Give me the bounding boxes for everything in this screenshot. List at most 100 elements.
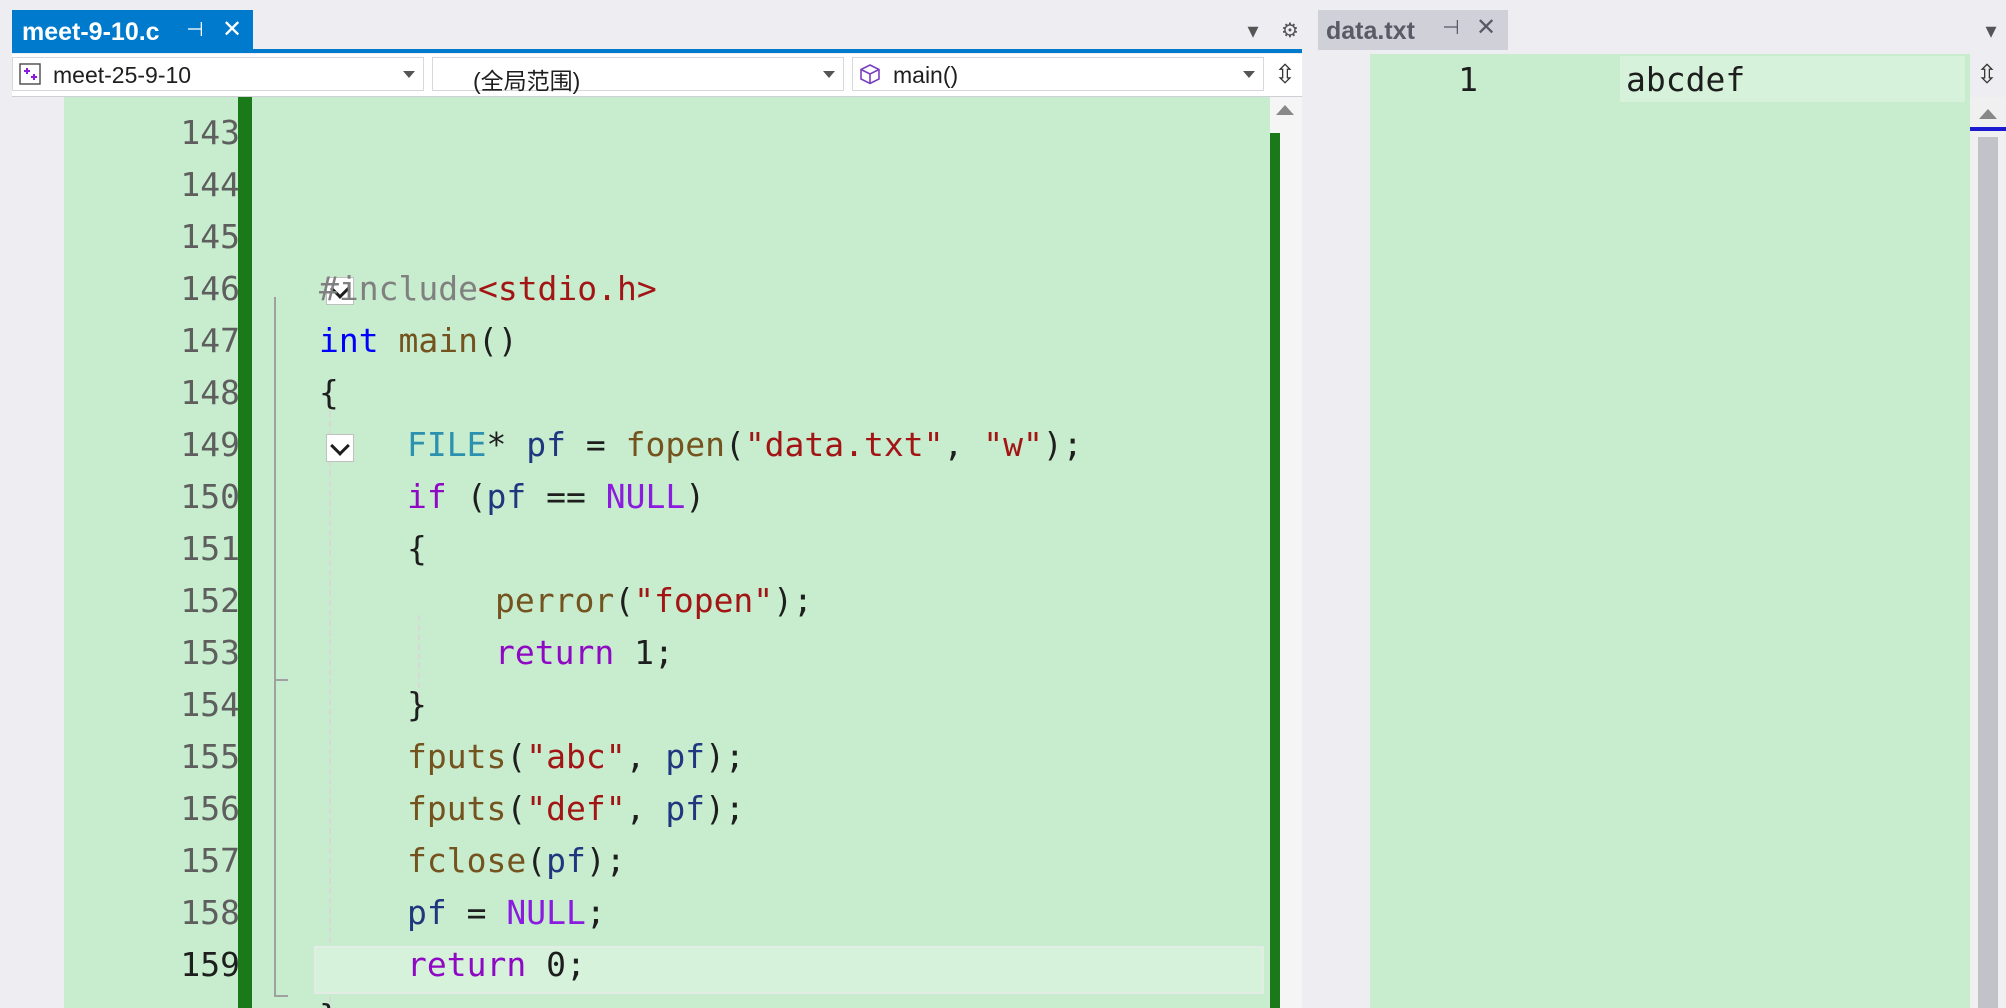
pin-icon[interactable]: ⊣ [182, 17, 208, 43]
line-number: 146 [180, 269, 240, 308]
punctuation: () [477, 321, 518, 360]
editor-line: 147 [64, 315, 1270, 367]
keyword: return [495, 633, 615, 672]
editor-line: 158 [64, 887, 1270, 939]
punctuation: ( [724, 425, 745, 464]
code-line-145: #include<stdio.h> [319, 263, 657, 315]
vertical-scrollbar[interactable] [1270, 97, 1302, 1008]
code-line-152: return 1; [495, 627, 674, 679]
brace: } [407, 685, 427, 724]
code-line-155: fputs("def", pf); [407, 783, 745, 835]
code-line-159: } [319, 991, 339, 1008]
function-name: main [398, 321, 478, 360]
function-name: fclose [407, 841, 527, 880]
number-literal: 1; [614, 633, 674, 672]
gear-icon[interactable]: ⚙ [1277, 18, 1302, 44]
punctuation: ); [1042, 425, 1083, 464]
brace: { [407, 529, 427, 568]
tab-data-txt[interactable]: data.txt ⊣ ✕ [1318, 10, 1508, 50]
line-number: 148 [180, 373, 240, 412]
split-window-icon[interactable]: ⇳ [1970, 57, 2004, 91]
punctuation: ( [526, 841, 547, 880]
punctuation: ); [773, 581, 813, 620]
text-editor[interactable]: 1 abcdef [1370, 54, 1970, 1008]
editor-line: 146 [64, 263, 1270, 315]
punctuation: ); [585, 841, 626, 880]
code-editor[interactable]: 143 144 145 146 147 148 149 150 151 152 153 154 155 1… [64, 97, 1270, 1008]
split-window-icon[interactable]: ⇳ [1268, 57, 1302, 91]
punctuation: , [943, 425, 984, 464]
punctuation: ( [506, 789, 527, 828]
string-literal: "abc" [526, 737, 626, 776]
editor-line: 154 [64, 679, 1270, 731]
tab-title: meet-9-10.c [22, 18, 160, 46]
brace: } [319, 997, 339, 1008]
brace: { [319, 373, 339, 412]
close-icon[interactable]: ✕ [1473, 15, 1499, 41]
tab-list-dropdown-icon[interactable]: ▾ [1240, 18, 1266, 44]
function-name: fopen [625, 425, 725, 464]
line-number: 149 [180, 425, 240, 464]
line-number: 151 [180, 529, 240, 568]
number-literal: 0; [526, 945, 586, 984]
punctuation: ( [446, 477, 487, 516]
code-line-157: pf = NULL; [407, 887, 606, 939]
variable: pf [486, 477, 527, 516]
variable: pf [665, 789, 706, 828]
text-line: 1 abcdef [1370, 54, 1970, 106]
macro: NULL [506, 893, 586, 932]
code-line-158: return 0; [407, 939, 586, 991]
keyword: if [407, 477, 447, 516]
line-number: 150 [180, 477, 240, 516]
code-line-147: { [319, 367, 339, 419]
macro: NULL [605, 477, 686, 516]
scroll-up-icon[interactable] [1979, 109, 1997, 119]
editor-line: 157 [64, 835, 1270, 887]
punctuation: , [625, 737, 666, 776]
line-number: 153 [180, 633, 240, 672]
line-number: 145 [180, 217, 240, 256]
member-dropdown[interactable]: main() [852, 57, 1264, 91]
code-line-146: int main() [319, 315, 518, 367]
editor-line: 144 [64, 159, 1270, 211]
line-number: 159 [180, 945, 240, 984]
punctuation: ( [506, 737, 527, 776]
type-name: FILE [407, 425, 487, 464]
editor-line: 159 [64, 939, 1270, 991]
right-tab-strip: data.txt ⊣ ✕ ▾ [1318, 0, 2006, 50]
line-number: 152 [180, 581, 240, 620]
variable: pf [546, 841, 586, 880]
tab-strip-accent-line [12, 49, 1302, 53]
tab-meet-9-10-c[interactable]: meet-9-10.c ⊣ ✕ [12, 10, 253, 53]
punctuation: ) [685, 477, 706, 516]
punctuation: ); [705, 789, 745, 828]
punctuation: ( [614, 581, 635, 620]
scope-dropdown[interactable]: (全局范围) [432, 57, 844, 94]
function-name: perror [495, 581, 615, 620]
tab-list-dropdown-icon[interactable]: ▾ [1978, 18, 2004, 44]
project-name: meet-25-9-10 [53, 62, 192, 88]
scroll-up-icon[interactable] [1276, 105, 1294, 115]
line-number: 154 [180, 685, 240, 724]
close-icon[interactable]: ✕ [219, 17, 245, 43]
c-project-icon [19, 63, 41, 85]
left-editor-pane: meet-9-10.c ⊣ ✕ ▾ ⚙ meet-25-9-10 (全局范围) … [0, 0, 1302, 1008]
editor-line: 145 [64, 211, 1270, 263]
variable: pf [526, 425, 566, 464]
outline-end [274, 995, 288, 997]
right-editor-pane: data.txt ⊣ ✕ ▾ 1 abcdef ⇳ [1318, 0, 2006, 1008]
scroll-position-marker [1970, 127, 2006, 131]
scrollbar-thumb[interactable] [1978, 137, 1998, 1008]
code-line-154: fputs("abc", pf); [407, 731, 745, 783]
cube-icon [860, 64, 880, 85]
string-literal: "data.txt" [744, 425, 944, 464]
project-dropdown[interactable]: meet-25-9-10 [12, 57, 424, 91]
pin-icon[interactable]: ⊣ [1438, 15, 1464, 41]
punctuation: ; [585, 893, 606, 932]
editor-line: 151 [64, 523, 1270, 575]
line-number: 1 [1458, 60, 1478, 99]
line-number: 158 [180, 893, 240, 932]
vertical-scrollbar[interactable] [1970, 97, 2006, 1008]
editor-line: 148 [64, 367, 1270, 419]
editor-margin [12, 97, 64, 1008]
